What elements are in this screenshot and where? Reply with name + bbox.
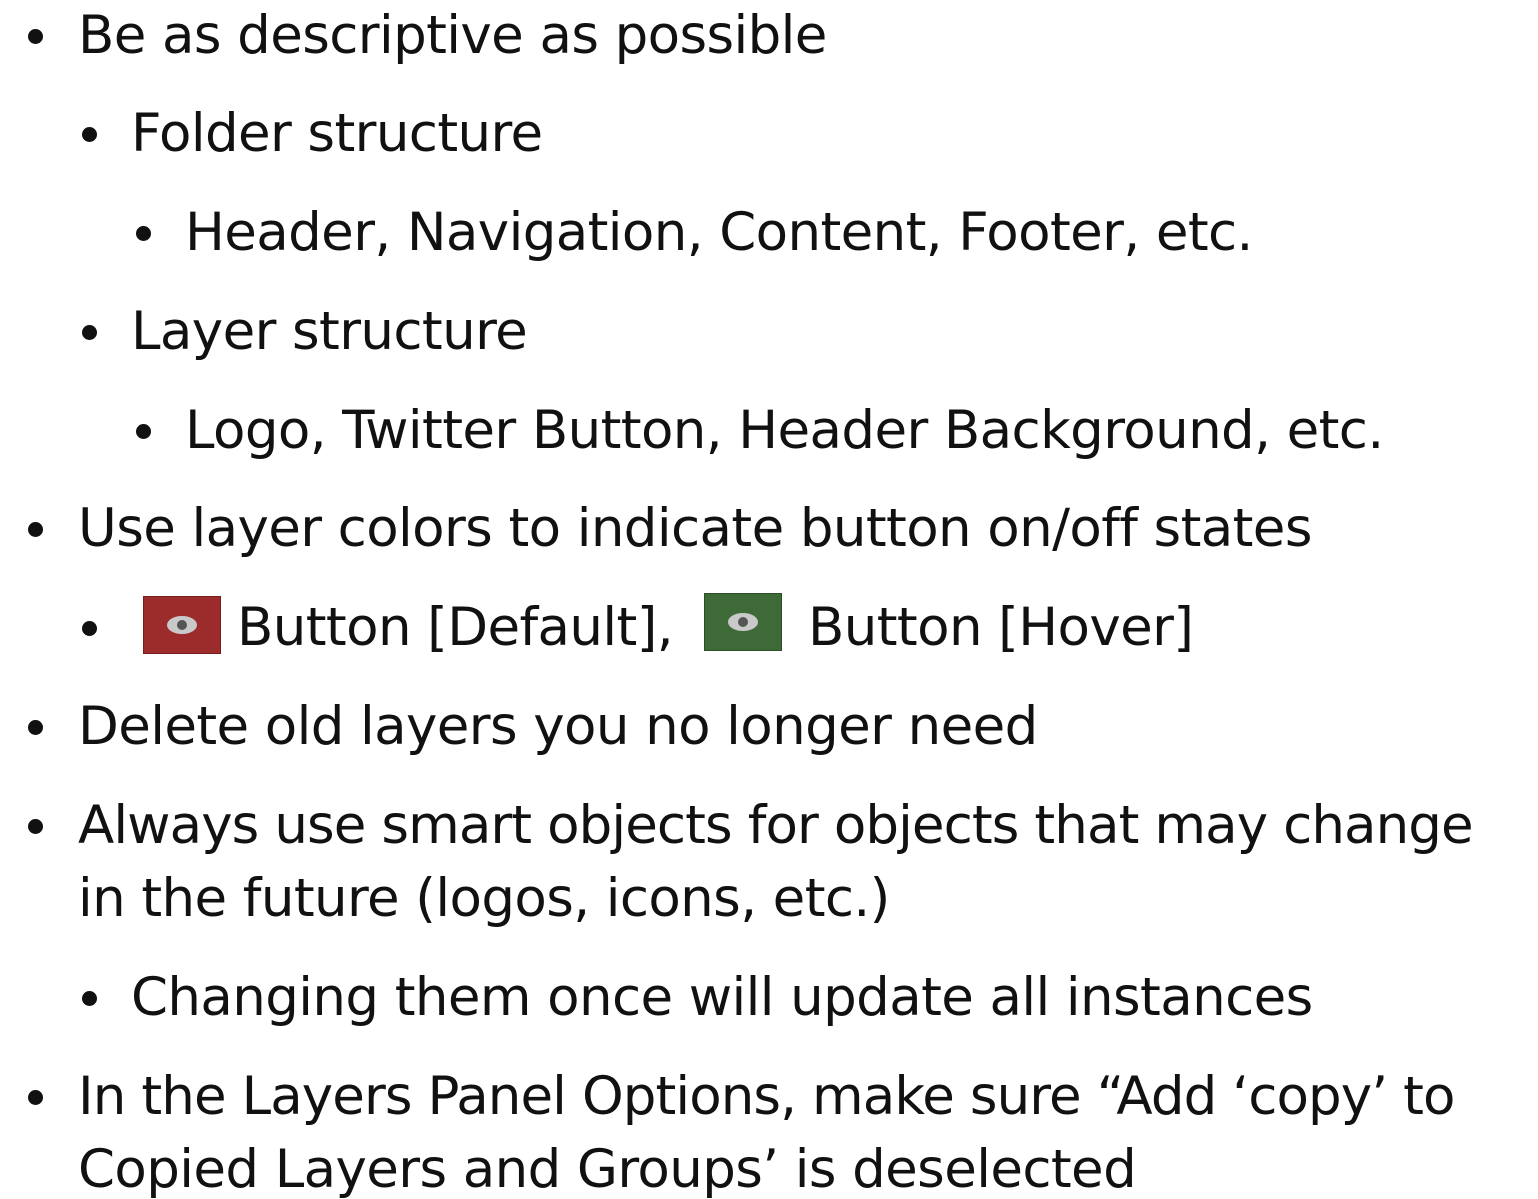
list-item-text: Changing them once will update all insta… — [131, 967, 1313, 1028]
list-item-text-line-2: Copied Layers and Groups’ is deselected — [78, 1139, 1137, 1199]
button-hover-label: Button [Hover] — [808, 597, 1194, 658]
bullet — [28, 720, 43, 735]
list-item-text: Folder structure — [131, 103, 543, 164]
list-item-text: Delete old layers you no longer need — [78, 696, 1038, 757]
bullet — [136, 226, 151, 241]
bullet — [136, 424, 151, 439]
bullet — [28, 522, 43, 537]
bullet — [82, 621, 97, 636]
eye-icon — [167, 616, 197, 634]
green-layer-color-swatch — [704, 593, 782, 651]
list-item-text-line-1: Always use smart objects for objects tha… — [78, 795, 1474, 856]
bullet — [28, 1090, 43, 1105]
list-item-text: Be as descriptive as possible — [78, 5, 827, 66]
red-layer-color-swatch — [143, 596, 221, 654]
list-item: Button [Default], Button [Hover] — [0, 592, 1538, 664]
bullet — [28, 29, 43, 44]
bullet — [82, 127, 97, 142]
list-item-text: Use layer colors to indicate button on/o… — [78, 498, 1312, 559]
list-item-text-line-2: in the future (logos, icons, etc.) — [78, 868, 890, 929]
eye-icon — [728, 613, 758, 631]
button-default-label: Button [Default], — [237, 597, 674, 658]
list-item-text: Layer structure — [131, 301, 528, 362]
bullet — [82, 991, 97, 1006]
list-item-text: Logo, Twitter Button, Header Background,… — [185, 400, 1384, 461]
bullet — [28, 819, 43, 834]
list-item-text-line-1: In the Layers Panel Options, make sure “… — [78, 1066, 1455, 1127]
list-item-text: Header, Navigation, Content, Footer, etc… — [185, 202, 1253, 263]
bullet — [82, 325, 97, 340]
